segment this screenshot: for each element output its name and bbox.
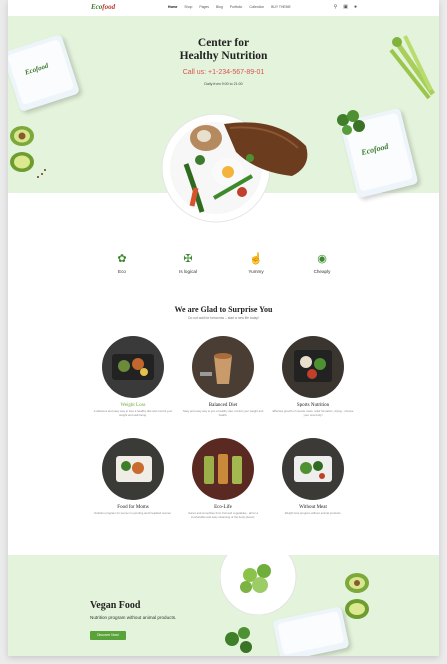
- card-image: [192, 336, 254, 398]
- vegan-subtitle: Nutrition program without animal product…: [90, 615, 177, 620]
- food-box-image: [116, 456, 152, 482]
- hero-title: Center for Healthy Nutrition: [8, 37, 439, 63]
- vegan-section: Vegan Food Nutrition program without ani…: [8, 555, 439, 656]
- nav-item-shop[interactable]: Shop: [184, 5, 192, 9]
- card-desc: A delicious and easy way to lose a healt…: [93, 409, 173, 417]
- box-lid: [277, 610, 345, 656]
- card-title: Weight Loss: [120, 403, 146, 408]
- nav-item-pages[interactable]: Pages: [199, 5, 209, 9]
- card-title: Sports Nutrition: [296, 403, 330, 408]
- nav-item-collection[interactable]: Collection: [249, 5, 264, 9]
- card-image: [282, 336, 344, 398]
- herbs-image: [337, 110, 365, 135]
- food-tray-image: [294, 350, 332, 382]
- surprise-subtitle: Do not wait for tomorrow – start a new l…: [188, 316, 259, 320]
- nav-item-portfolio[interactable]: Portfolio: [230, 5, 242, 9]
- herbs-image-bottom: [225, 627, 252, 653]
- logo-left: Eco: [91, 3, 103, 11]
- logo[interactable]: Ecofood: [91, 3, 115, 11]
- avocado-image-left: [10, 126, 46, 178]
- hero-title-line1: Center for: [197, 37, 250, 49]
- card-weight-loss[interactable]: Weight Loss A delicious and easy way to …: [88, 336, 178, 417]
- card-title: Balanced Diet: [208, 403, 238, 408]
- feature-yummy: ☝ Yummy: [226, 252, 286, 274]
- nav-item-buy-theme[interactable]: BUY THEME: [271, 5, 291, 9]
- card-desc: Tasty and easy way to join a healthy die…: [182, 409, 264, 417]
- card-image: [102, 336, 164, 398]
- card-balanced-diet[interactable]: Balanced Diet Tasty and easy way to join…: [178, 336, 268, 417]
- card-image: [192, 438, 254, 500]
- card-title: Without Meat: [299, 505, 327, 510]
- feature-label: Eco: [118, 269, 126, 274]
- hero-plate-image: [161, 113, 308, 223]
- feature-label: Cheaply: [313, 269, 331, 274]
- logo-right: food: [102, 3, 116, 11]
- card-desc: Effective growth of muscle mass, relief …: [272, 409, 354, 417]
- feature-label: Is logical: [179, 269, 197, 274]
- discover-now-button[interactable]: Discover Now!: [90, 631, 126, 640]
- card-image: [282, 438, 344, 500]
- food-container-image: [112, 354, 154, 380]
- card-food-for-moms[interactable]: Food for Moms Nutrition program for wome…: [88, 438, 178, 516]
- header-icons: ⚲ ▣ ●: [334, 4, 357, 10]
- search-icon[interactable]: ⚲: [334, 4, 338, 10]
- card-title: Food for Moms: [117, 505, 149, 510]
- hours-text: Daily from 9:00 to 21:00: [204, 82, 243, 86]
- cart-icon[interactable]: ▣: [343, 4, 348, 10]
- salad-plate-image: [220, 555, 297, 615]
- nav-item-blog[interactable]: Blog: [216, 5, 223, 9]
- card-sports-nutrition[interactable]: Sports Nutrition Effective growth of mus…: [268, 336, 358, 417]
- avocado-image-right: [345, 573, 369, 619]
- feature-logical: ✠ Is logical: [158, 252, 218, 274]
- card-desc: Juices and smoothies from fruit and vege…: [187, 511, 259, 519]
- hero-title-line2: Healthy Nutrition: [179, 50, 268, 62]
- card-without-meat[interactable]: Without Meat Weight loss program without…: [268, 438, 358, 516]
- nav-item-home[interactable]: Home: [168, 5, 177, 9]
- card-image: [102, 438, 164, 500]
- card-desc: Weight loss program without animal produ…: [284, 511, 342, 515]
- hero-section: Ecofood Ecofood Center for Healthy Nutrit…: [8, 16, 439, 223]
- user-icon[interactable]: ●: [354, 4, 357, 10]
- money-icon: ◉: [317, 253, 327, 265]
- feature-label: Yummy: [248, 269, 264, 274]
- food-cup-image: [200, 353, 232, 384]
- call-us-text[interactable]: Call us: +1-234-567-89-01: [8, 69, 439, 76]
- site-header: Ecofood Home Shop Pages Blog Portfolio C…: [8, 0, 439, 16]
- salad-container-image: [294, 456, 332, 482]
- fork-knife-icon: ✠: [183, 253, 193, 265]
- juice-bottles-image: [204, 454, 242, 484]
- feature-cheaply: ◉ Cheaply: [292, 252, 352, 274]
- feature-eco: ✿ Eco: [92, 252, 152, 274]
- vegan-title: Vegan Food: [90, 600, 141, 611]
- card-eco-life[interactable]: Eco-Life Juices and smoothies from fruit…: [178, 438, 268, 519]
- surprise-title: We are Glad to Surprise You: [174, 305, 273, 314]
- main-nav: Home Shop Pages Blog Portfolio Collectio…: [168, 5, 291, 9]
- card-title: Eco-Life: [214, 505, 232, 510]
- thumbs-up-icon: ☝: [249, 253, 263, 265]
- card-desc: Nutrition program for women in pending a…: [94, 511, 172, 515]
- leaf-icon: ✿: [117, 253, 127, 265]
- page-frame: Ecofood Home Shop Pages Blog Portfolio C…: [8, 0, 439, 656]
